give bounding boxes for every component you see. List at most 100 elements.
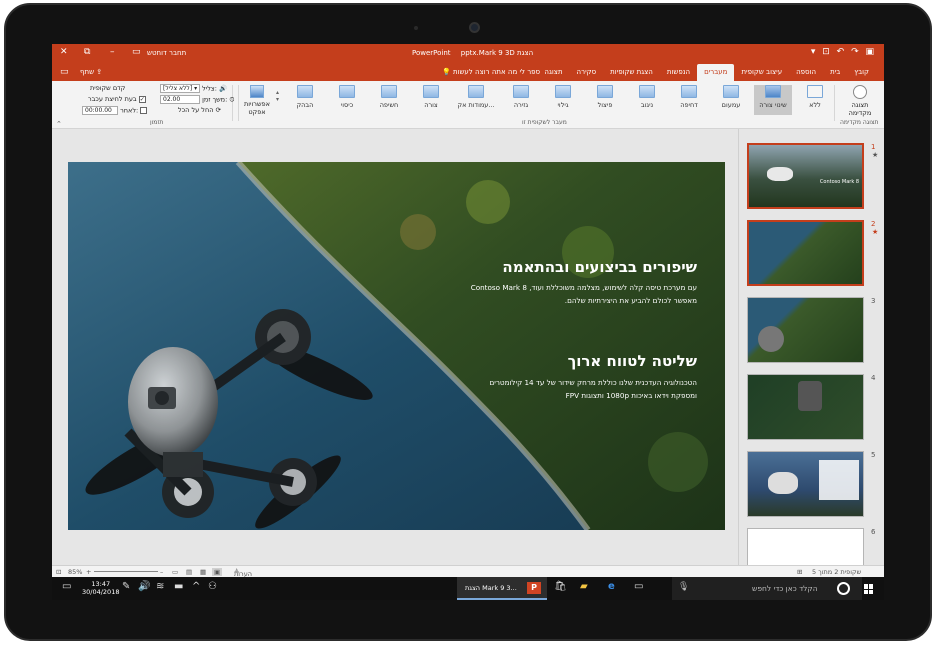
slide-counter: שקופית 2 מתוך 5 bbox=[812, 568, 862, 576]
edge-browser-icon[interactable]: e bbox=[608, 581, 615, 592]
transition-none[interactable]: ללא bbox=[796, 85, 834, 115]
transition-split[interactable]: פיצול bbox=[586, 85, 624, 115]
zoom-out-icon[interactable]: – bbox=[160, 568, 163, 576]
people-icon[interactable]: ⚇ bbox=[208, 581, 217, 592]
slide-heading-performance[interactable]: שיפורים בביצועים ובהתאמה bbox=[502, 258, 697, 276]
sign-in-link[interactable]: תחבר דוחטש bbox=[147, 49, 186, 57]
zoom-slider[interactable] bbox=[94, 571, 158, 572]
slide-paragraph-performance[interactable]: עם מערכת טיסה קלה לשימוש, מצלמה משוכללת … bbox=[471, 281, 697, 307]
tab-home[interactable]: בית bbox=[823, 64, 847, 81]
normal-view-icon[interactable]: ▣ bbox=[212, 568, 223, 576]
action-center-icon[interactable]: ▭ bbox=[62, 581, 71, 592]
powerpoint-taskbar-item[interactable]: הצגת Mark 9 3... P bbox=[457, 577, 547, 600]
slide-thumbnail-3[interactable] bbox=[747, 297, 864, 363]
collapse-ribbon-icon[interactable]: ⌃ bbox=[56, 120, 62, 128]
volume-icon[interactable]: 🔊 bbox=[138, 581, 150, 592]
tab-animations[interactable]: הנפשות bbox=[660, 64, 697, 81]
close-button[interactable]: ✕ bbox=[60, 47, 68, 57]
transition-label: דחיפה bbox=[680, 101, 698, 109]
notes-button[interactable]: הערות ≜ bbox=[234, 568, 252, 578]
sorter-view-icon[interactable]: ▦ bbox=[200, 568, 206, 576]
sound-dropdown[interactable]: [ללא צליל] ▾ bbox=[160, 84, 200, 93]
reading-view-icon[interactable]: ▤ bbox=[186, 568, 192, 576]
slide-thumbnail-4[interactable] bbox=[747, 374, 864, 440]
tell-me-box[interactable]: 💡 ספר לי מה אתה רוצה לעשות bbox=[442, 68, 540, 76]
transition-morph[interactable]: שינוי צורה bbox=[754, 85, 792, 115]
after-checkbox[interactable] bbox=[140, 107, 148, 114]
windows-start-icon[interactable] bbox=[864, 584, 874, 594]
on-click-row: בעת לחיצת עכבר ✓ bbox=[88, 95, 146, 105]
tab-review[interactable]: סקירה bbox=[570, 64, 604, 81]
restore-button[interactable]: ⧉ bbox=[84, 47, 90, 57]
redo-icon[interactable]: ↷ bbox=[851, 47, 859, 57]
search-placeholder: הקלד כאן כדי לחפש bbox=[752, 584, 818, 593]
transitions-group-label: מעבר לשקופית זו bbox=[522, 119, 567, 126]
sound-row: [ללא צליל] ▾ צליל: 🔊 bbox=[160, 84, 227, 94]
pen-icon[interactable]: ✎ bbox=[122, 581, 130, 592]
taskbar-clock[interactable]: 13:47 30/04/2018 bbox=[82, 580, 119, 596]
wifi-icon[interactable]: ≋ bbox=[156, 581, 164, 592]
microphone-icon[interactable]: 🎙 bbox=[678, 582, 689, 592]
slideshow-view-icon[interactable]: ▭ bbox=[172, 568, 178, 576]
accessibility-icon[interactable]: ⊞ bbox=[797, 568, 802, 576]
cortana-icon[interactable] bbox=[837, 582, 850, 595]
comments-icon[interactable]: ▭ bbox=[60, 67, 69, 77]
task-view-icon[interactable]: ▭ bbox=[634, 581, 643, 592]
slide-thumbnail-pane: Contoso Mark 8 1 ★ 2 ★ 3 4 5 6 bbox=[738, 129, 884, 594]
text-panel bbox=[819, 460, 859, 500]
transition-cut[interactable]: גזירה bbox=[502, 85, 540, 115]
paragraph-line: הטכנולוגיה העדכנית שלנו כוללת מרחק שידור… bbox=[489, 378, 697, 387]
minimize-button[interactable]: – bbox=[110, 47, 115, 57]
slide-number-6: 6 bbox=[871, 528, 876, 536]
on-click-label: בעת לחיצת עכבר bbox=[88, 95, 137, 103]
tab-insert[interactable]: הוספה bbox=[789, 64, 823, 81]
customize-qat-icon[interactable]: ▾ bbox=[811, 47, 816, 57]
tab-slideshow[interactable]: הצגת שקופיות bbox=[603, 64, 660, 81]
slide-heading-range[interactable]: שליטה לטווח ארוך bbox=[568, 352, 697, 370]
transition-random-bars[interactable]: עמודות אק... bbox=[454, 85, 498, 115]
show-hidden-icons-icon[interactable]: ^ bbox=[192, 581, 200, 592]
store-icon[interactable]: 🛍 bbox=[554, 581, 567, 592]
transition-label: כיסוי bbox=[340, 101, 354, 109]
tab-transitions[interactable]: מעברים bbox=[697, 64, 735, 81]
screen: ✕ ⧉ – ▭ תחבר דוחטש PowerPoint pptx.Mark … bbox=[52, 44, 884, 600]
duration-input[interactable]: 02.00 bbox=[160, 95, 200, 104]
transition-fade-icon bbox=[723, 85, 739, 98]
undo-icon[interactable]: ↶ bbox=[837, 47, 845, 57]
transition-shape[interactable]: צורה bbox=[412, 85, 450, 115]
zoom-in-icon[interactable]: + bbox=[86, 568, 91, 576]
transition-reveal[interactable]: גילוי bbox=[544, 85, 582, 115]
transition-fade[interactable]: עמעום bbox=[712, 85, 750, 115]
slide-number-3: 3 bbox=[871, 297, 876, 305]
battery-icon[interactable]: ▬ bbox=[174, 581, 183, 592]
fit-slide-icon[interactable]: ⊡ bbox=[56, 568, 61, 576]
powerpoint-app-icon: P bbox=[527, 582, 541, 594]
transition-cover[interactable]: כיסוי bbox=[328, 85, 366, 115]
tab-file[interactable]: קובץ bbox=[847, 64, 876, 81]
transition-push[interactable]: דחיפה bbox=[670, 85, 708, 115]
slide-thumbnail-2[interactable] bbox=[747, 220, 864, 286]
transition-uncover[interactable]: חשיפה bbox=[370, 85, 408, 115]
slide-paragraph-range[interactable]: הטכנולוגיה העדכנית שלנו כוללת מרחק שידור… bbox=[489, 376, 697, 402]
apply-all-button[interactable]: החל על הכל ⟳ bbox=[178, 106, 221, 116]
tell-me-label: ספר לי מה אתה רוצה לעשות bbox=[452, 68, 541, 76]
transition-wipe[interactable]: ניגוב bbox=[628, 85, 666, 115]
effect-options-button[interactable]: אפשרויות אפקט bbox=[242, 85, 272, 116]
transition-flash[interactable]: הבהק bbox=[286, 85, 324, 115]
save-icon[interactable]: ▣ bbox=[865, 47, 874, 57]
file-explorer-icon[interactable]: ▰ bbox=[580, 581, 588, 592]
present-icon[interactable]: ⊡ bbox=[822, 47, 830, 57]
current-slide[interactable]: שיפורים בביצועים ובהתאמה עם מערכת טיסה ק… bbox=[68, 162, 725, 530]
slide-thumbnail-1[interactable]: Contoso Mark 8 bbox=[747, 143, 864, 209]
zoom-level[interactable]: 85% bbox=[68, 568, 82, 576]
after-input[interactable]: 00:00.00 bbox=[82, 106, 118, 115]
share-button[interactable]: שתף ⇪ bbox=[80, 68, 102, 76]
gallery-scroll-icon[interactable]: ▴ ▾ bbox=[276, 89, 279, 103]
ribbon-display-icon[interactable]: ▭ bbox=[132, 47, 141, 57]
preview-button[interactable]: תצוגה מקדימה bbox=[842, 85, 878, 117]
slide-thumbnail-5[interactable] bbox=[747, 451, 864, 517]
on-click-checkbox[interactable]: ✓ bbox=[138, 95, 146, 103]
tab-design[interactable]: עיצוב שקופית bbox=[734, 64, 789, 81]
tab-view[interactable]: תצוגה bbox=[537, 64, 569, 81]
after-label: לאחר: bbox=[120, 106, 139, 115]
